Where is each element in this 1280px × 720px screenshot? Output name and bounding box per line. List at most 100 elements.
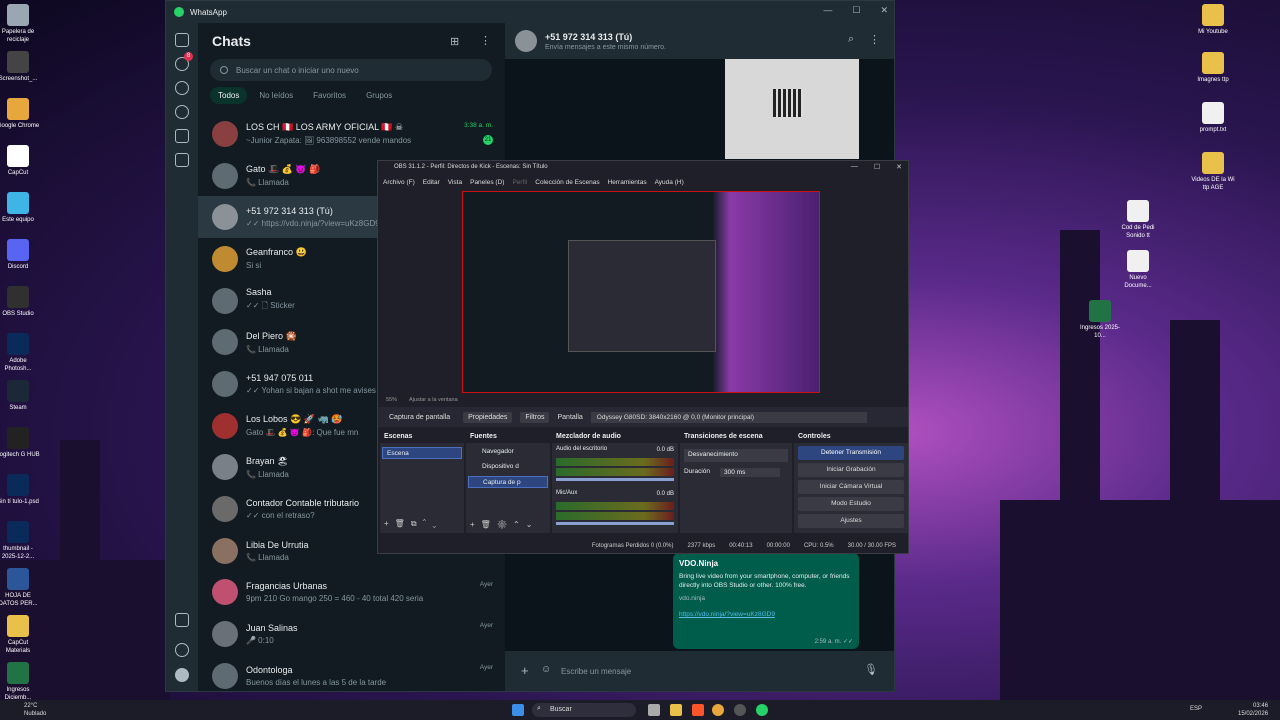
search-icon[interactable]: ⌕ [848,33,854,46]
properties-button[interactable]: Propiedades [463,411,513,423]
desktop-icon[interactable]: prompt.txt [1191,102,1235,134]
image-message[interactable] [725,59,859,159]
media-icon[interactable] [175,613,189,627]
chrome-icon[interactable] [712,704,724,716]
communities-icon[interactable] [175,129,189,143]
obs-icon[interactable] [734,704,746,716]
chat-item[interactable]: Odontologa Buenos días el lunes a las 5 d… [198,655,505,697]
new-chat-icon[interactable]: ⊞ [450,35,459,48]
status-icon[interactable] [175,81,189,95]
desktop-icon[interactable]: Este equipo [0,192,40,224]
volume-slider[interactable] [556,478,674,481]
obs-preview[interactable] [462,191,820,393]
transition-select[interactable]: Desvanecimiento [684,449,788,462]
desktop-icon[interactable]: Ingresos 2025-10... [1078,300,1122,340]
source-item[interactable]: Navegador [468,446,548,458]
desktop-icon[interactable]: Imagnes ttp [1191,52,1235,84]
settings-icon[interactable] [175,643,189,657]
clock[interactable]: 03:46 15/02/2026 [1238,702,1268,718]
fit-window[interactable]: Ajustar a la ventana [409,397,458,403]
minimize-icon[interactable]: — [851,163,858,171]
desktop-icon[interactable]: Sin tí tulo-1.psd [0,474,40,506]
volume-slider[interactable] [556,522,674,525]
desktop-icon[interactable]: Google Chrome [0,98,40,130]
monitor-select[interactable]: Odyssey G80SD: 3840x2160 @ 0,0 (Monitor … [590,411,867,423]
avatar [212,537,238,564]
desktop-icon[interactable]: OBS Studio [0,286,40,318]
chat-item[interactable]: Fragancias Urbanas 9pm 210 Go mango 250 =… [198,572,505,614]
close-icon[interactable]: ✕ [896,163,902,171]
desktop-icon[interactable]: Logitech G HUB [0,427,40,459]
desktop-icon[interactable]: Videos DE la Wi ttp AGE [1191,152,1235,192]
filter-todos[interactable]: Todos [210,87,248,104]
chat-item[interactable]: Juan Salinas 🎤 0:10 Ayer [198,613,505,655]
language[interactable]: ESP [1190,706,1202,712]
desktop-icon[interactable]: Mi Youtube [1191,4,1235,36]
desktop-icon[interactable]: Ingresos Diciemb... [0,662,40,702]
control-button[interactable]: Ajustes [798,514,904,528]
menu-item[interactable]: Herramientas [608,179,647,186]
zoom-level[interactable]: 55% [386,397,397,403]
whatsapp-icon[interactable] [756,704,768,716]
desktop-icon[interactable]: Nuevo Docume... [1116,250,1160,290]
mic-icon[interactable]: 🎙 [864,663,878,676]
source-item[interactable]: Captura de p [468,476,548,488]
desktop-icon[interactable]: HOJA DE DATOS PER... [0,568,40,608]
desktop-icon[interactable]: Screenshot_... [0,51,40,83]
menu-item[interactable]: Perfil [512,179,527,186]
filter-no-leídos[interactable]: No leídos [251,87,301,104]
control-button[interactable]: Iniciar Cámara Virtual [798,480,904,494]
menu-item[interactable]: Paneles (D) [470,179,504,186]
minimize-icon[interactable]: — [823,5,832,16]
source-item[interactable]: Dispositivo d [468,461,548,473]
chat-item[interactable]: LOS CH 🇵🇪 LOS ARMY OFICIAL 🇵🇪 ☠ ~Junior Z… [198,113,505,155]
duration-input[interactable]: 300 ms [720,468,781,477]
maximize-icon[interactable]: ☐ [852,5,860,16]
menu-item[interactable]: Editar [423,179,440,186]
control-button[interactable]: Modo Estudio [798,497,904,511]
menu-item[interactable]: Archivo (F) [383,179,415,186]
desktop-icon[interactable]: thumbnail - 2025-12-2... [0,521,40,561]
start-icon[interactable] [512,704,524,716]
menu-item[interactable]: Colección de Escenas [535,179,599,186]
calls-icon[interactable]: 8 [175,52,193,71]
search-icon [220,66,228,74]
filter-grupos[interactable]: Grupos [358,87,400,104]
taskbar-search[interactable]: ⌕ Buscar [532,703,636,717]
link-message[interactable]: VDO.Ninja Bring live video from your sma… [673,553,859,649]
desktop-icon[interactable]: CapCut Materials [0,615,40,655]
menu-icon[interactable]: ⋮ [869,33,880,46]
menu-item[interactable]: Vista [448,179,462,186]
plus-icon[interactable]: + [521,663,529,678]
filter-favoritos[interactable]: Favoritos [305,87,354,104]
emoji-icon[interactable]: ☺ [541,664,551,675]
desktop-icon[interactable]: Adobe Photosh... [0,333,40,373]
search-input[interactable]: Buscar un chat o iniciar uno nuevo [210,59,492,81]
desktop-icon[interactable]: Papelera de reciclaje [0,4,40,44]
menu-item[interactable]: Ayuda (H) [655,179,684,186]
desktop-icon[interactable]: Cod de Pedi Sonido tt [1116,200,1160,240]
weather-widget[interactable]: 22°C Nublado [24,702,46,718]
link-url[interactable]: https://vdo.ninja/?view=uKz8GD9 [679,611,853,618]
close-icon[interactable]: ✕ [880,5,888,16]
file-explorer-icon[interactable] [670,704,682,716]
profile-avatar[interactable] [175,668,189,682]
channels-icon[interactable] [175,105,189,119]
filters-button[interactable]: Filtros [520,411,550,423]
brave-icon[interactable] [692,704,704,716]
conversation-header[interactable]: +51 972 314 313 (Tú) Envía mensajes a es… [505,23,894,59]
desktop-icon[interactable]: Steam [0,380,40,412]
chats-icon[interactable] [175,33,189,47]
control-button[interactable]: Detener Transmisión [798,446,904,460]
maximize-icon[interactable]: ☐ [874,163,880,171]
task-view-icon[interactable] [648,704,660,716]
dock-toolbar[interactable]: +🗑⚙⌃⌄ [470,520,538,529]
scene-item[interactable]: Escena [382,447,462,459]
dock-toolbar[interactable]: +🗑⧉⌃⌄ [384,519,442,529]
message-input[interactable]: Escribe un mensaje [561,667,631,676]
control-button[interactable]: Iniciar Grabación [798,463,904,477]
archive-icon[interactable] [175,153,189,167]
desktop-icon[interactable]: Discord [0,239,40,271]
menu-icon[interactable]: ⋮ [480,34,491,47]
desktop-icon[interactable]: CapCut [0,145,40,177]
